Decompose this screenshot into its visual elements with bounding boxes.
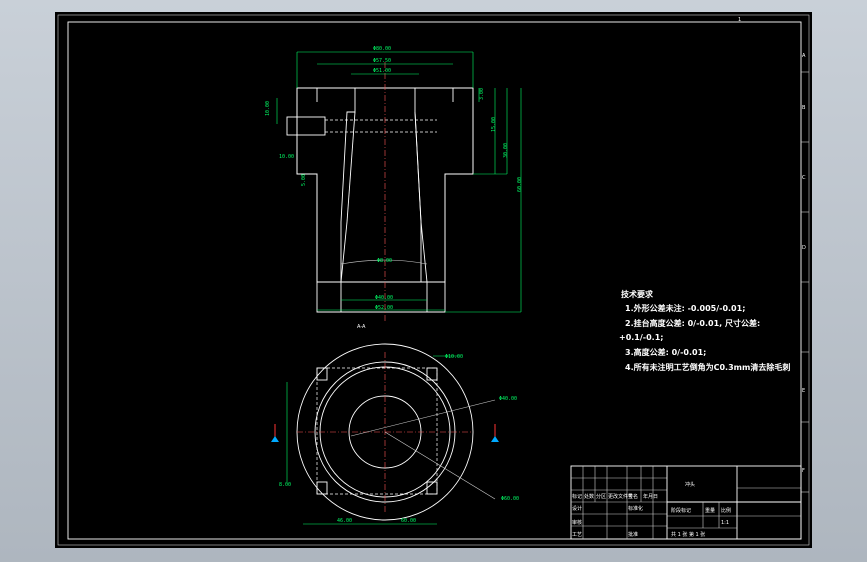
tb-sign: 签名 <box>628 493 638 500</box>
tb-stage: 阶段标记 <box>671 507 691 514</box>
dim-left-h2: 10.00 <box>279 154 294 160</box>
tech-item-1: 1.外形公差未注: -0.005/-0.01; <box>625 303 745 313</box>
tech-item-3: +0.1/-0.1; <box>619 333 664 342</box>
tech-item-4: 3.高度公差: 0/-0.01; <box>625 347 706 357</box>
section-dimensions: Φ80.00 Φ57.50 Φ51.00 10.00 10.00 5.00 3.… <box>265 46 523 313</box>
dim-bottom-1: Φ40.00 <box>375 295 393 301</box>
border-letter-d: D <box>802 245 806 251</box>
border-letter-e: E <box>802 388 805 394</box>
tb-weight: 重量 <box>705 507 715 514</box>
tb-checker: 审核 <box>572 519 582 526</box>
tb-count: 处数 <box>584 493 594 500</box>
tb-approve: 批准 <box>628 531 638 538</box>
engineering-drawing: A B C D E F 1 Φ80.00 Φ57.50 Φ51.00 10.00… <box>57 14 810 546</box>
tb-sheet: 共 1 张 第 1 张 <box>671 531 705 538</box>
border-number: 1 <box>738 17 741 23</box>
dim-left-h3: 5.00 <box>301 174 307 186</box>
tb-scale-label: 比例 <box>721 507 731 514</box>
tb-date: 年月日 <box>643 493 658 500</box>
dim-bore: Φ8.00 <box>377 258 392 264</box>
dim-top-width: Φ80.00 <box>373 46 391 52</box>
dim-plan-b2: 60.00 <box>401 518 416 524</box>
dim-right-h4: 60.00 <box>517 177 523 192</box>
tb-designer: 设计 <box>572 505 582 512</box>
outer-border <box>57 14 810 546</box>
section-label: A-A <box>357 324 366 330</box>
dim-mid-width-2: Φ51.00 <box>373 68 391 74</box>
title-block: 冲头 标记 处数 分区 更改文件号 签名 年月日 设计 标准化 审核 工艺 批准… <box>570 465 802 540</box>
tech-item-2: 2.挂台高度公差: 0/-0.01, 尺寸公差: <box>625 318 760 328</box>
dim-plan-r2: Φ40.00 <box>499 396 517 402</box>
tb-process: 工艺 <box>572 532 582 538</box>
tb-mark: 标记 <box>572 493 582 500</box>
tb-zone: 分区 <box>596 493 606 500</box>
tech-item-5: 4.所有未注明工艺倒角为C0.3mm清去除毛刺 <box>625 362 790 372</box>
cad-viewport[interactable]: A B C D E F 1 Φ80.00 Φ57.50 Φ51.00 10.00… <box>55 12 812 548</box>
tb-scale-value: 1:1 <box>721 520 729 526</box>
border-letter-f: F <box>802 468 805 474</box>
dim-right-h3: 30.00 <box>503 143 509 158</box>
tb-part-name: 冲头 <box>685 481 695 488</box>
dim-plan-r1: Φ10.00 <box>445 354 463 360</box>
dim-right-h1: 3.00 <box>479 88 485 100</box>
border-letter-b: B <box>802 105 806 111</box>
border-letter-c: C <box>802 175 806 181</box>
plan-view <box>271 343 499 521</box>
tech-title: 技术要求 <box>621 289 654 299</box>
dim-left-h1: 10.00 <box>265 101 271 116</box>
section-view <box>286 62 474 322</box>
dim-mid-width-1: Φ57.50 <box>373 58 391 64</box>
dim-plan-b1: 46.00 <box>337 518 352 524</box>
inner-border <box>67 21 802 540</box>
dim-plan-r3: Φ60.00 <box>501 496 519 502</box>
tb-std: 标准化 <box>628 505 643 512</box>
dim-right-h2: 15.00 <box>491 117 497 132</box>
dim-plan-left: 8.00 <box>279 482 291 488</box>
technical-requirements: 技术要求 1.外形公差未注: -0.005/-0.01; 2.挂台高度公差: 0… <box>619 289 790 372</box>
dim-bottom-2: Φ52.00 <box>375 305 393 311</box>
border-letter-a: A <box>802 53 806 59</box>
